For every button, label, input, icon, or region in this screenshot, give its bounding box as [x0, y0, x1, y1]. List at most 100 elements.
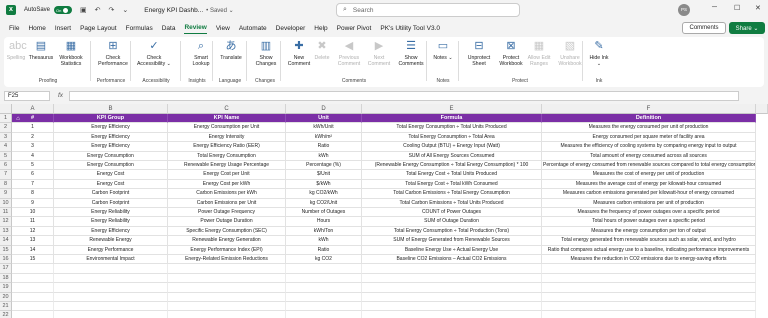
- column-header-e[interactable]: E: [362, 104, 542, 114]
- row-header[interactable]: 2: [0, 123, 12, 133]
- cell[interactable]: kWh: [286, 236, 362, 246]
- cell[interactable]: 10: [12, 208, 54, 218]
- cell[interactable]: 13: [12, 236, 54, 246]
- cell[interactable]: Definition: [542, 114, 756, 124]
- cell[interactable]: Energy Efficiency: [54, 132, 168, 143]
- save-icon[interactable]: ▣: [80, 6, 87, 14]
- row-header[interactable]: 6: [0, 161, 12, 171]
- cell[interactable]: [542, 264, 756, 274]
- cell[interactable]: kg CO2/kWh: [286, 189, 362, 199]
- cell[interactable]: Energy Performance: [54, 245, 168, 255]
- cell[interactable]: Baseline CO2 Emissions – Actual CO2 Emis…: [362, 255, 542, 265]
- unprotect-sheet-button[interactable]: ⊟ Unprotect Sheet: [466, 39, 492, 67]
- cell[interactable]: 7: [12, 179, 54, 190]
- cell[interactable]: Total energy generated from renewable so…: [542, 236, 756, 246]
- cell[interactable]: [12, 302, 54, 312]
- row-header[interactable]: 5: [0, 151, 12, 161]
- allow-edit-ranges-button[interactable]: ▦ Allow Edit Ranges: [526, 39, 552, 67]
- cell[interactable]: [12, 273, 54, 284]
- cell[interactable]: [168, 311, 286, 318]
- cell[interactable]: [12, 283, 54, 293]
- cell[interactable]: Energy Intensity: [168, 132, 286, 143]
- cell[interactable]: kg CO2: [286, 255, 362, 265]
- cell[interactable]: Energy Reliability: [54, 217, 168, 227]
- show-changes-button[interactable]: ▥ Show Changes: [252, 39, 280, 67]
- cell[interactable]: Power Outage Duration: [168, 217, 286, 227]
- cell[interactable]: Energy Cost: [54, 179, 168, 190]
- cell[interactable]: 4: [12, 151, 54, 161]
- row-header[interactable]: 3: [0, 132, 12, 143]
- translate-button[interactable]: あ Translate: [218, 39, 244, 61]
- cell[interactable]: Measures the energy consumed per unit of…: [542, 123, 756, 133]
- cell[interactable]: Energy Consumption: [54, 151, 168, 161]
- worksheet-grid[interactable]: A B C D E F 1 # KPI Group KPI Name Unit Formula Defi…: [0, 104, 768, 318]
- tab-help[interactable]: Help: [314, 23, 327, 34]
- cell[interactable]: [12, 292, 54, 302]
- cell[interactable]: KPI Name: [168, 114, 286, 124]
- cell[interactable]: Energy Efficiency: [54, 123, 168, 133]
- cell[interactable]: [542, 302, 756, 312]
- notes-button[interactable]: ▭ Notes ⌄: [432, 39, 454, 61]
- cell[interactable]: Energy Consumption per Unit: [168, 123, 286, 133]
- cell[interactable]: [362, 292, 542, 302]
- cell[interactable]: [54, 302, 168, 312]
- cell[interactable]: Carbon Emissions per kWh: [168, 189, 286, 199]
- cell[interactable]: $/kWh: [286, 179, 362, 190]
- row-header[interactable]: 22: [0, 311, 12, 318]
- column-header-a[interactable]: A: [12, 104, 54, 114]
- cell[interactable]: Total amount of energy consumed across a…: [542, 151, 756, 161]
- tab-pk-s-utility-tool-v3-0[interactable]: PK's Utility Tool V3.0: [380, 23, 440, 34]
- check-performance-button[interactable]: ⊞ Check Performance: [96, 39, 130, 67]
- cell[interactable]: [542, 292, 756, 302]
- column-header-f[interactable]: F: [542, 104, 756, 114]
- autosave-toggle[interactable]: On: [54, 6, 73, 14]
- cell[interactable]: [54, 292, 168, 302]
- cell[interactable]: Ratio: [286, 245, 362, 255]
- cell[interactable]: Total Energy Consumption: [168, 151, 286, 161]
- cell[interactable]: 9: [12, 198, 54, 208]
- workbook-statistics-button[interactable]: ▦ Workbook Statistics: [56, 39, 86, 67]
- name-box[interactable]: F25: [4, 90, 50, 101]
- cell[interactable]: Energy Cost per Unit: [168, 170, 286, 180]
- cell[interactable]: [54, 273, 168, 284]
- cell[interactable]: [54, 264, 168, 274]
- delete-button[interactable]: ✖ Delete: [313, 39, 331, 61]
- cell[interactable]: Renewable Energy Generation: [168, 236, 286, 246]
- cell[interactable]: kWh/m²: [286, 132, 362, 143]
- tab-file[interactable]: File: [9, 23, 19, 34]
- row-header[interactable]: 8: [0, 179, 12, 190]
- cell[interactable]: Energy Performance Index (EPI): [168, 245, 286, 255]
- row-header[interactable]: 10: [0, 198, 12, 208]
- cell[interactable]: [286, 273, 362, 284]
- cell[interactable]: Cooling Output (BTU) ÷ Energy Input (Wat…: [362, 142, 542, 152]
- cell[interactable]: [542, 311, 756, 318]
- tab-home[interactable]: Home: [28, 23, 45, 34]
- cell[interactable]: [362, 311, 542, 318]
- previous-comment-button[interactable]: ◀ Previous Comment: [334, 39, 364, 67]
- cell[interactable]: Total hours of power outages over a spec…: [542, 217, 756, 227]
- cell[interactable]: SUM of Energy Generated from Renewable S…: [362, 236, 542, 246]
- minimize-icon[interactable]: ─: [712, 4, 717, 11]
- cell[interactable]: Environmental Impact: [54, 255, 168, 265]
- cell[interactable]: Unit: [286, 114, 362, 124]
- cell[interactable]: 15: [12, 255, 54, 265]
- cell[interactable]: [12, 311, 54, 318]
- cell[interactable]: Renewable Energy Usage Percentage: [168, 161, 286, 171]
- select-all-corner[interactable]: [0, 104, 12, 114]
- next-comment-button[interactable]: ▶ Next Comment: [366, 39, 392, 67]
- cell[interactable]: [362, 264, 542, 274]
- cell[interactable]: Energy Efficiency: [54, 226, 168, 237]
- tab-power-pivot[interactable]: Power Pivot: [337, 23, 372, 34]
- cell[interactable]: [54, 311, 168, 318]
- show-comments-button[interactable]: ☰ Show Comments: [396, 39, 426, 67]
- row-header[interactable]: 7: [0, 170, 12, 180]
- row-header[interactable]: 19: [0, 283, 12, 293]
- row-header[interactable]: 15: [0, 245, 12, 255]
- cell[interactable]: [168, 292, 286, 302]
- cell[interactable]: $/Unit: [286, 170, 362, 180]
- cell[interactable]: [12, 264, 54, 274]
- cell[interactable]: 14: [12, 245, 54, 255]
- row-header[interactable]: 4: [0, 142, 12, 152]
- cell[interactable]: 3: [12, 142, 54, 152]
- cell[interactable]: [168, 283, 286, 293]
